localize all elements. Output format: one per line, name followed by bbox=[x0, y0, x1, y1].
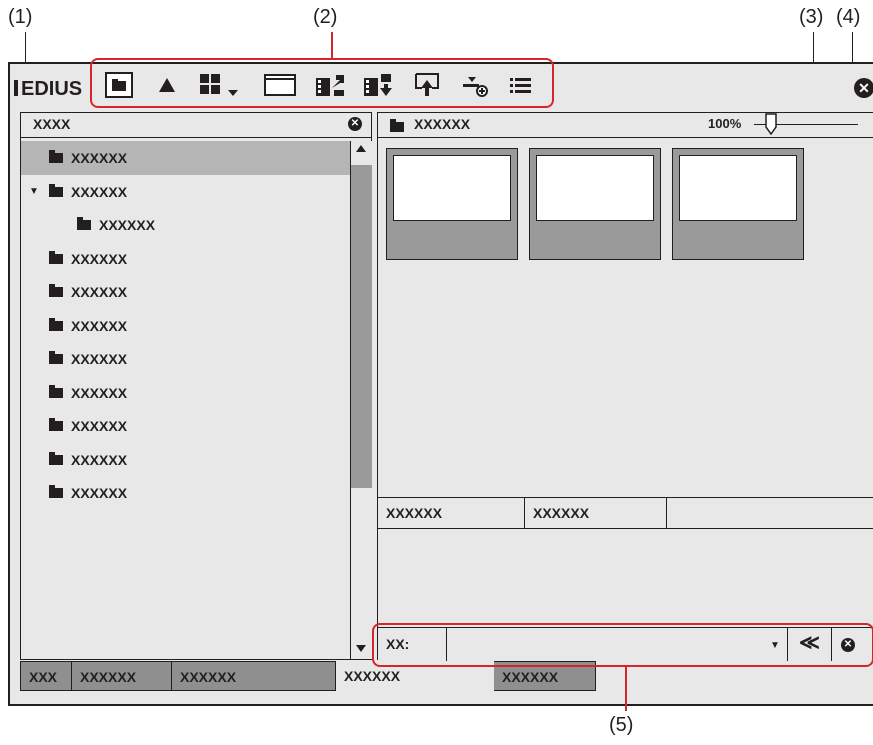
callout-4: (4) bbox=[836, 6, 861, 28]
tab-3[interactable]: XXXXXX bbox=[172, 661, 336, 691]
tree-folder-item[interactable]: XXXXXX bbox=[21, 476, 351, 510]
folder-icon bbox=[49, 351, 63, 364]
tree-folder-item[interactable]: XXXXXX bbox=[21, 443, 351, 477]
folder-icon bbox=[49, 317, 63, 331]
clip-thumbnail[interactable] bbox=[672, 148, 804, 260]
tree-folder-label: XXXXXX bbox=[71, 317, 128, 334]
tab-1[interactable]: XXX bbox=[20, 661, 72, 691]
tree-folder-label: XXXXXX bbox=[71, 284, 128, 300]
clip-view-folder-icon bbox=[390, 119, 412, 137]
scroll-up-arrow[interactable] bbox=[356, 145, 366, 152]
tree-folder-item[interactable]: XXXXXX bbox=[21, 376, 351, 410]
highlight-toolbar-leader bbox=[331, 32, 333, 58]
tree-folder-item[interactable]: XXXXXX bbox=[21, 242, 351, 276]
folder-icon bbox=[77, 217, 91, 230]
clip-view-title: XXXXXX bbox=[414, 116, 471, 132]
zoom-slider-handle[interactable] bbox=[764, 113, 778, 135]
tree-folder-label: XXXXXX bbox=[71, 183, 128, 200]
folder-icon bbox=[49, 150, 63, 163]
tree-folder-label: XXXXXX bbox=[71, 384, 128, 401]
folder-icon bbox=[49, 485, 63, 498]
callout-2: (2) bbox=[313, 6, 338, 28]
expand-arrow-icon[interactable]: ▼ bbox=[29, 186, 39, 197]
folder-icon bbox=[49, 418, 63, 431]
tree-folder-item[interactable]: XXXXXX bbox=[21, 309, 351, 343]
properties-col-1[interactable]: XXXXXX bbox=[378, 498, 525, 529]
tree-folder-item[interactable]: XXXXXX bbox=[21, 141, 351, 175]
tree-folder-label: XXXXXX bbox=[71, 250, 128, 267]
folder-tree-list: XXXXXX ▼ XXXXXX XXXXXX XXXXXX XXXXXX XXXXXX XXX… bbox=[21, 141, 351, 501]
folder-icon bbox=[49, 183, 63, 197]
properties-col-2[interactable]: XXXXXX bbox=[525, 498, 667, 529]
properties-header: XXXXXX XXXXXX bbox=[378, 497, 873, 529]
callout-3: (3) bbox=[799, 6, 824, 28]
folder-tree-title: XXXX bbox=[33, 116, 71, 132]
tree-folder-label: XXXXXX bbox=[71, 150, 128, 166]
tree-folder-item[interactable]: ▼ XXXXXX bbox=[21, 175, 351, 209]
folder-tree-close-icon[interactable]: ✕ bbox=[348, 117, 362, 131]
callout-1: (1) bbox=[8, 6, 33, 28]
scroll-down-arrow[interactable] bbox=[356, 645, 366, 652]
tree-folder-item[interactable]: XXXXXX bbox=[21, 409, 351, 443]
clip-thumbnail[interactable] bbox=[529, 148, 661, 260]
tree-folder-label: XXXXXX bbox=[71, 451, 128, 468]
clip-thumbnail[interactable] bbox=[386, 148, 518, 260]
folder-icon bbox=[49, 250, 63, 264]
clip-preview bbox=[393, 155, 511, 221]
folder-tree-scroll-thumb[interactable] bbox=[351, 165, 372, 488]
clip-preview bbox=[679, 155, 797, 221]
highlight-search-leader bbox=[625, 667, 627, 711]
clip-preview bbox=[536, 155, 654, 221]
tree-folder-label: XXXXXX bbox=[99, 217, 156, 233]
app-brand: EDIUS bbox=[14, 78, 82, 101]
tree-folder-item[interactable]: XXXXXX bbox=[21, 208, 351, 242]
tab-2[interactable]: XXXXXX bbox=[72, 661, 172, 691]
clip-view-divider bbox=[378, 137, 873, 138]
tree-folder-label: XXXXXX bbox=[71, 485, 128, 501]
highlight-search-bar bbox=[372, 623, 873, 667]
window-close-icon[interactable]: ✕ bbox=[854, 78, 873, 98]
tree-folder-item[interactable]: XXXXXX bbox=[21, 342, 351, 376]
folder-icon bbox=[49, 451, 63, 465]
folder-icon bbox=[49, 384, 63, 398]
tree-folder-item[interactable]: XXXXXX bbox=[21, 275, 351, 309]
highlight-toolbar bbox=[90, 58, 554, 108]
zoom-level: 100% bbox=[708, 116, 742, 131]
tree-folder-label: XXXXXX bbox=[71, 418, 128, 434]
callout-5: (5) bbox=[609, 714, 634, 736]
folder-icon bbox=[49, 284, 63, 297]
folder-tree-divider bbox=[21, 137, 371, 138]
tree-folder-label: XXXXXX bbox=[71, 351, 128, 367]
